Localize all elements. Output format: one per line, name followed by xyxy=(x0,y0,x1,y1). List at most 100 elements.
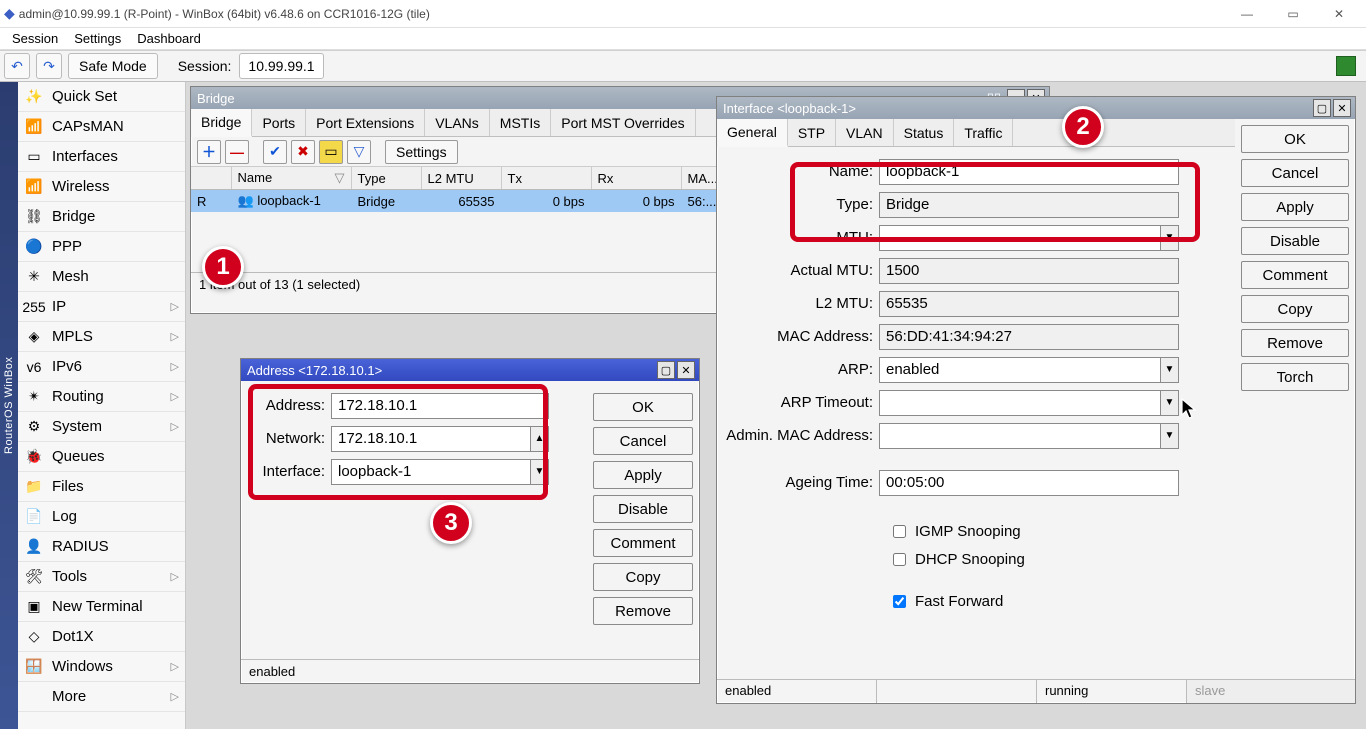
addr-ok-button[interactable]: OK xyxy=(593,393,693,421)
menu-item-wireless[interactable]: 📶Wireless xyxy=(18,172,185,202)
menu-item-interfaces[interactable]: ▭Interfaces xyxy=(18,142,185,172)
bridge-tab-vlans[interactable]: VLANs xyxy=(425,109,490,136)
interface-window-titlebar[interactable]: Interface <loopback-1> ▢ ✕ xyxy=(717,97,1355,119)
fastforward-checkbox[interactable] xyxy=(893,595,906,608)
column-header[interactable] xyxy=(191,167,231,190)
menu-item-tools[interactable]: 🛠Tools▷ xyxy=(18,562,185,592)
column-header[interactable]: Rx xyxy=(591,167,681,190)
disable-button[interactable]: ✖ xyxy=(291,140,315,164)
menu-item-new-terminal[interactable]: ▣New Terminal xyxy=(18,592,185,622)
minimize-button[interactable]: — xyxy=(1224,0,1270,28)
annotation-badge-2: 2 xyxy=(1062,106,1104,148)
arp-dropdown-icon[interactable]: ▼ xyxy=(1160,358,1178,382)
interface-tab-vlan[interactable]: VLAN xyxy=(836,119,894,146)
interface-tab-status[interactable]: Status xyxy=(894,119,955,146)
address-window-titlebar[interactable]: Address <172.18.10.1> ▢ ✕ xyxy=(241,359,699,381)
menu-item-more[interactable]: More▷ xyxy=(18,682,185,712)
bridge-tab-ports[interactable]: Ports xyxy=(252,109,306,136)
menu-item-ppp[interactable]: 🔵PPP xyxy=(18,232,185,262)
menu-item-system[interactable]: ⚙System▷ xyxy=(18,412,185,442)
menu-label: Log xyxy=(52,508,77,525)
redo-button[interactable]: ↷ xyxy=(36,53,62,79)
remove-button[interactable]: — xyxy=(225,140,249,164)
safe-mode-button[interactable]: Safe Mode xyxy=(68,53,158,79)
menu-item-windows[interactable]: 🪟Windows▷ xyxy=(18,652,185,682)
menu-item-mesh[interactable]: ✳Mesh xyxy=(18,262,185,292)
bridge-tab-port-extensions[interactable]: Port Extensions xyxy=(306,109,425,136)
interface-restore-icon[interactable]: ▢ xyxy=(1313,99,1331,117)
igmp-checkbox[interactable] xyxy=(893,525,906,538)
torch-button[interactable]: Torch xyxy=(1241,363,1349,391)
settings-button[interactable]: Settings xyxy=(385,140,458,164)
mtu-field[interactable]: ▼ xyxy=(879,225,1179,251)
add-button[interactable]: ＋ xyxy=(197,140,221,164)
address-restore-icon[interactable]: ▢ xyxy=(657,361,675,379)
remove-button[interactable]: Remove xyxy=(1241,329,1349,357)
mtu-dropdown-icon[interactable]: ▼ xyxy=(1160,226,1178,250)
menu-item-log[interactable]: 📄Log xyxy=(18,502,185,532)
bridge-tab-mstis[interactable]: MSTIs xyxy=(490,109,551,136)
network-up-icon[interactable]: ▲ xyxy=(530,427,548,451)
session-address[interactable]: 10.99.99.1 xyxy=(239,53,323,79)
column-header[interactable]: Name ▽ xyxy=(231,167,351,190)
status-blank xyxy=(877,680,1037,703)
admin-mac-field[interactable]: ▼ xyxy=(879,423,1179,449)
interface-close-icon[interactable]: ✕ xyxy=(1333,99,1351,117)
interface-tab-general[interactable]: General xyxy=(717,119,788,147)
filter-button[interactable]: ▽ xyxy=(347,140,371,164)
menu-dashboard[interactable]: Dashboard xyxy=(131,29,207,48)
menubar: Session Settings Dashboard xyxy=(0,28,1366,50)
bridge-tab-port-mst-overrides[interactable]: Port MST Overrides xyxy=(551,109,695,136)
menu-item-ipv6[interactable]: v6IPv6▷ xyxy=(18,352,185,382)
undo-button[interactable]: ↶ xyxy=(4,53,30,79)
enable-button[interactable]: ✔ xyxy=(263,140,287,164)
ageing-field[interactable]: 00:05:00 xyxy=(879,470,1179,496)
comment-button[interactable]: Comment xyxy=(1241,261,1349,289)
menu-settings[interactable]: Settings xyxy=(68,29,127,48)
interface-tab-traffic[interactable]: Traffic xyxy=(954,119,1013,146)
bridge-tab-bridge[interactable]: Bridge xyxy=(191,109,252,137)
interface-dropdown-icon[interactable]: ▼ xyxy=(530,460,548,484)
addr-remove-button[interactable]: Remove xyxy=(593,597,693,625)
submenu-arrow-icon: ▷ xyxy=(171,300,179,313)
disable-button[interactable]: Disable xyxy=(1241,227,1349,255)
ok-button[interactable]: OK xyxy=(1241,125,1349,153)
addr-comment-button[interactable]: Comment xyxy=(593,529,693,557)
apply-button[interactable]: Apply xyxy=(1241,193,1349,221)
menu-item-queues[interactable]: 🐞Queues xyxy=(18,442,185,472)
cancel-button[interactable]: Cancel xyxy=(1241,159,1349,187)
addr-disable-button[interactable]: Disable xyxy=(593,495,693,523)
interface-tab-stp[interactable]: STP xyxy=(788,119,836,146)
dhcp-checkbox[interactable] xyxy=(893,553,906,566)
menu-item-capsman[interactable]: 📶CAPsMAN xyxy=(18,112,185,142)
menu-item-radius[interactable]: 👤RADIUS xyxy=(18,532,185,562)
column-header[interactable]: Type xyxy=(351,167,421,190)
column-header[interactable]: Tx xyxy=(501,167,591,190)
close-button[interactable]: ✕ xyxy=(1316,0,1362,28)
addr-cancel-button[interactable]: Cancel xyxy=(593,427,693,455)
network-field[interactable]: 172.18.10.1▲ xyxy=(331,426,549,452)
menu-item-dot1x[interactable]: ◇Dot1X xyxy=(18,622,185,652)
amac-dropdown-icon[interactable]: ▼ xyxy=(1160,424,1178,448)
addr-apply-button[interactable]: Apply xyxy=(593,461,693,489)
menu-item-routing[interactable]: ✴Routing▷ xyxy=(18,382,185,412)
copy-button[interactable]: Copy xyxy=(1241,295,1349,323)
menu-item-quick-set[interactable]: ✨Quick Set xyxy=(18,82,185,112)
menu-session[interactable]: Session xyxy=(6,29,64,48)
arp-timeout-field[interactable]: ▼ xyxy=(879,390,1179,416)
menu-label: IP xyxy=(52,298,66,315)
comment-button[interactable]: ▭ xyxy=(319,140,343,164)
interface-field[interactable]: loopback-1▼ xyxy=(331,459,549,485)
menu-item-bridge[interactable]: ⛓Bridge xyxy=(18,202,185,232)
name-field[interactable]: loopback-1 xyxy=(879,159,1179,185)
arp-field[interactable]: enabled▼ xyxy=(879,357,1179,383)
column-header[interactable]: L2 MTU xyxy=(421,167,501,190)
address-field[interactable]: 172.18.10.1 xyxy=(331,393,549,419)
address-close-icon[interactable]: ✕ xyxy=(677,361,695,379)
menu-item-files[interactable]: 📁Files xyxy=(18,472,185,502)
menu-item-mpls[interactable]: ◈MPLS▷ xyxy=(18,322,185,352)
arpto-dropdown-icon[interactable]: ▼ xyxy=(1160,391,1178,415)
maximize-button[interactable]: ▭ xyxy=(1270,0,1316,28)
menu-item-ip[interactable]: 255IP▷ xyxy=(18,292,185,322)
addr-copy-button[interactable]: Copy xyxy=(593,563,693,591)
